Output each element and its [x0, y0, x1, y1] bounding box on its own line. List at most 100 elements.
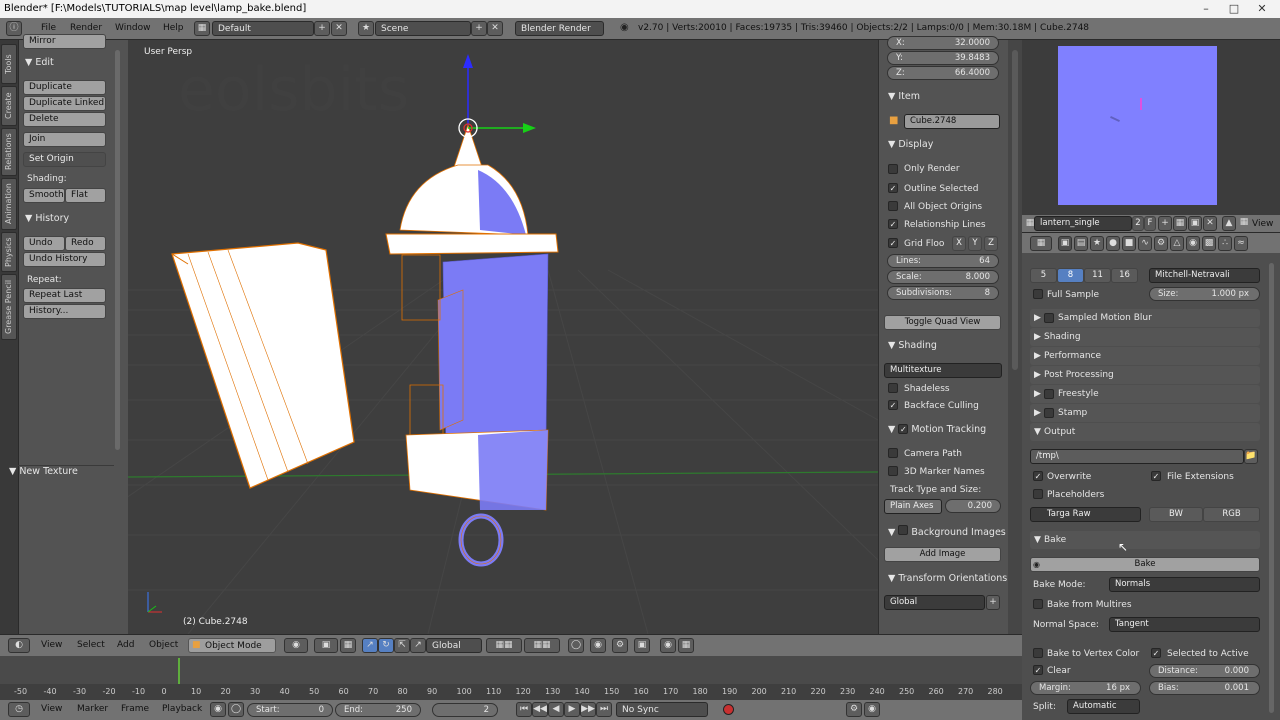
shadeless-checkbox[interactable] [888, 383, 898, 393]
duplicate-button[interactable]: Duplicate [23, 80, 106, 95]
new-texture-header[interactable]: ▼ New Texture [9, 466, 78, 477]
prev-keyframe-icon[interactable]: ◀◀ [532, 702, 548, 717]
menu-window[interactable]: Window [115, 23, 151, 33]
full-sample-checkbox[interactable] [1033, 289, 1043, 299]
physics-tab-icon[interactable]: ≈ [1234, 236, 1248, 251]
grid-axis-y-toggle[interactable]: Y [968, 236, 982, 251]
menu-help[interactable]: Help [163, 23, 184, 33]
bake-panel-header[interactable]: ▼ Bake [1030, 531, 1260, 549]
bw-button[interactable]: BW [1149, 507, 1203, 522]
particles-tab-icon[interactable]: ∴ [1218, 236, 1232, 251]
jump-start-icon[interactable]: ⏮ [516, 702, 532, 717]
item-panel-header[interactable]: ▼ Item [888, 91, 920, 102]
transform-orientations-header[interactable]: ▼ Transform Orientations [888, 573, 1007, 584]
object-menu[interactable]: Object [149, 640, 178, 650]
stamp-panel[interactable]: ▶ Stamp [1030, 404, 1260, 422]
add-scene-icon[interactable]: + [471, 21, 487, 36]
placeholders-checkbox[interactable] [1033, 489, 1043, 499]
3d-viewport[interactable]: eolsbits User Persp (2) Cube.2748 [128, 40, 878, 634]
only-render-checkbox[interactable] [888, 164, 898, 174]
history-button[interactable]: History... [23, 304, 106, 319]
add-orientation-icon[interactable]: + [986, 595, 1000, 610]
bake-mode-select[interactable]: Normals [1109, 577, 1260, 592]
timeline-editor-icon[interactable]: ◷ [8, 702, 30, 717]
track-size-field[interactable]: 0.200 [945, 499, 1001, 513]
sync-mode-select[interactable]: No Sync [616, 702, 708, 717]
grid-floor-checkbox[interactable]: ✓ [888, 238, 898, 248]
view-menu[interactable]: View [1252, 219, 1273, 229]
aa-sample-11[interactable]: 11 [1084, 268, 1111, 283]
shading-mode-icon[interactable]: ◉ [284, 638, 308, 653]
current-frame-field[interactable]: 2 [432, 703, 498, 717]
tab-relations[interactable]: Relations [1, 128, 17, 176]
play-reverse-icon[interactable]: ◀ [548, 702, 564, 717]
selected-to-active-checkbox[interactable]: ✓ [1151, 648, 1161, 658]
pivot-icon[interactable]: ▣ [314, 638, 338, 653]
location-y-field[interactable]: Y: 39.8483 [887, 51, 999, 65]
rgb-button[interactable]: RGB [1203, 507, 1260, 522]
next-keyframe-icon[interactable]: ▶▶ [580, 702, 596, 717]
tab-animation[interactable]: Animation [1, 178, 17, 230]
data-tab-icon[interactable]: △ [1170, 236, 1184, 251]
preview-range-icon[interactable]: ◯ [228, 702, 244, 717]
orientation-select[interactable]: Global [884, 595, 985, 610]
all-origins-checkbox[interactable] [888, 201, 898, 211]
render-engine-select[interactable]: Blender Render [515, 21, 604, 36]
redo-button[interactable]: Redo [65, 236, 106, 251]
snap-icon[interactable]: ◉ [590, 638, 606, 653]
freestyle-panel[interactable]: ▶ Freestyle [1030, 385, 1260, 403]
performance-panel[interactable]: ▶ Performance [1030, 347, 1260, 365]
menu-file[interactable]: File [41, 23, 56, 33]
proportional-icon[interactable]: ◯ [568, 638, 584, 653]
scene-select[interactable]: Scene [375, 21, 471, 36]
mode-select[interactable]: Object Mode [188, 638, 276, 653]
add-image-button[interactable]: Add Image [884, 547, 1001, 562]
grid-subdiv-field[interactable]: Subdivisions: 8 [887, 286, 999, 300]
object-name-field[interactable]: Cube.2748 [904, 114, 1000, 129]
tab-create[interactable]: Create [1, 86, 17, 126]
transform-gizmo[interactable] [458, 54, 536, 138]
keying-set-icon[interactable]: ⚙ [846, 702, 862, 717]
shelf-scrollbar[interactable] [115, 50, 120, 450]
properties-scrollbar[interactable] [1269, 263, 1274, 713]
tab-tools[interactable]: Tools [1, 44, 17, 84]
npanel-scrollbar[interactable] [1012, 50, 1018, 370]
bake-button[interactable]: Bake [1030, 557, 1260, 572]
new-image-icon[interactable]: + [1158, 216, 1172, 231]
fake-user-toggle[interactable]: F [1144, 216, 1156, 231]
open-image-icon[interactable]: ▦ [1173, 216, 1187, 231]
layers-grid-icon[interactable]: ▦▦ [486, 638, 522, 653]
frame-menu[interactable]: Frame [121, 704, 149, 714]
file-extensions-checkbox[interactable]: ✓ [1151, 471, 1161, 481]
pack-image-icon[interactable]: ▣ [1188, 216, 1202, 231]
tab-physics[interactable]: Physics [1, 232, 17, 272]
stamp-checkbox[interactable] [1044, 408, 1054, 418]
view-menu-icon[interactable]: ▦ [1238, 216, 1250, 231]
display-panel-header[interactable]: ▼ Display [888, 139, 933, 150]
transform-space-icon[interactable]: ↗ [410, 638, 426, 653]
shading-mode-select[interactable]: Multitexture [884, 363, 1002, 378]
motion-tracking-checkbox[interactable]: ✓ [898, 424, 909, 434]
transform-orientation-select[interactable]: Global [426, 638, 482, 653]
image-editor[interactable] [1022, 40, 1280, 215]
start-frame-field[interactable]: Start: 0 [247, 703, 333, 717]
autokey-icon[interactable]: ◉ [210, 702, 226, 717]
constraints-tab-icon[interactable]: ∿ [1138, 236, 1152, 251]
lantern-object[interactable] [385, 123, 559, 567]
bake-vertex-color-checkbox[interactable] [1033, 648, 1043, 658]
bake-multires-checkbox[interactable] [1033, 599, 1043, 609]
relationship-lines-checkbox[interactable]: ✓ [888, 219, 898, 229]
properties-editor-icon[interactable]: ▦ [1030, 236, 1052, 251]
marker-names-checkbox[interactable] [888, 466, 898, 476]
delete-button[interactable]: Delete [23, 112, 106, 127]
background-images-header[interactable]: ▼ Background Images [888, 525, 1006, 538]
translate-icon[interactable]: ↗ [362, 638, 378, 653]
world-tab-icon[interactable]: ● [1106, 236, 1120, 251]
background-images-checkbox[interactable] [898, 525, 909, 535]
aa-sample-5[interactable]: 5 [1030, 268, 1057, 283]
camera-path-checkbox[interactable] [888, 448, 898, 458]
pin-icon[interactable]: ▲ [1222, 216, 1236, 231]
layout-select[interactable]: Default [212, 21, 314, 36]
track-type-select[interactable]: Plain Axes [884, 499, 942, 514]
aa-sample-8[interactable]: 8 [1057, 268, 1084, 283]
